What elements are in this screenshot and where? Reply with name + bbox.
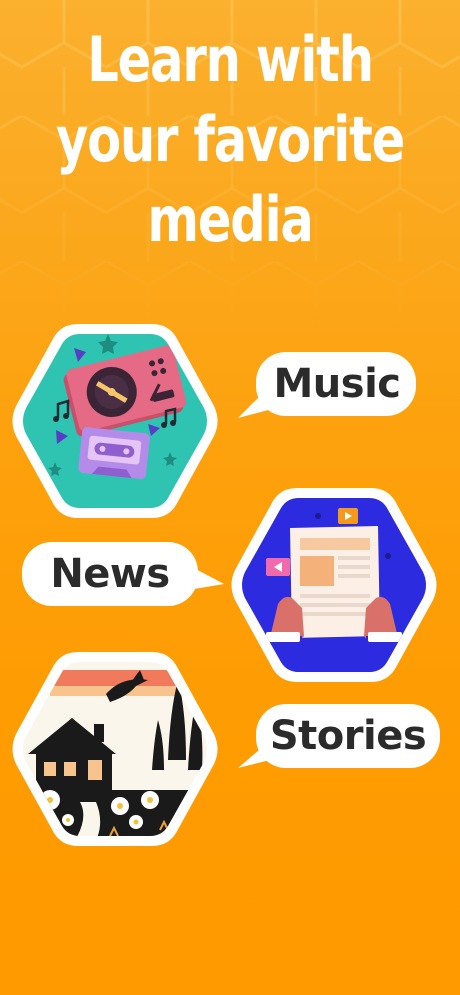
- headline-line-3: media: [147, 183, 313, 256]
- headline-line-1: Learn with: [87, 23, 374, 96]
- news-hexagon: [231, 488, 437, 682]
- stories-label[interactable]: Stories: [256, 704, 440, 768]
- stories-hexagon: [12, 652, 218, 846]
- headline: Learn with your favorite media: [46, 20, 414, 260]
- music-label[interactable]: Music: [258, 352, 416, 416]
- music-hexagon: [12, 324, 218, 518]
- news-label[interactable]: News: [22, 542, 198, 606]
- headline-line-2: your favorite: [55, 103, 405, 176]
